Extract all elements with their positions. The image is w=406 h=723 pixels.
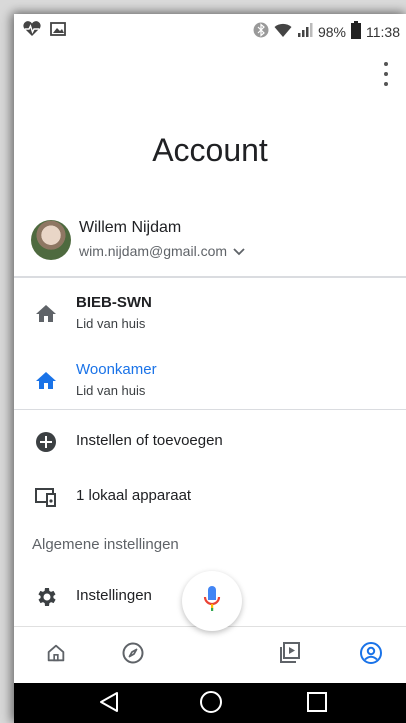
setup-or-add-item[interactable]: Instellen of toevoegen bbox=[14, 419, 406, 465]
devices-icon bbox=[34, 485, 58, 509]
more-vert-icon bbox=[384, 62, 388, 66]
mic-icon bbox=[202, 584, 222, 619]
nav-home-button[interactable] bbox=[40, 639, 72, 671]
account-email-row: wim.nijdam@gmail.com bbox=[79, 243, 245, 259]
nav-account-button[interactable] bbox=[355, 639, 387, 671]
signal-icon bbox=[297, 22, 313, 41]
home-name: Woonkamer bbox=[76, 361, 157, 378]
back-button[interactable] bbox=[94, 691, 124, 717]
home-icon bbox=[34, 302, 58, 326]
account-email: wim.nijdam@gmail.com bbox=[79, 243, 228, 259]
settings-label: Instellingen bbox=[76, 587, 152, 604]
home-outline-icon bbox=[45, 642, 67, 669]
image-icon bbox=[50, 22, 66, 39]
home-item-woonkamer[interactable]: Woonkamer Lid van huis bbox=[14, 351, 406, 411]
home-role: Lid van huis bbox=[76, 316, 146, 331]
home-role: Lid van huis bbox=[76, 383, 146, 398]
media-library-icon bbox=[278, 641, 302, 670]
nav-discover-button[interactable] bbox=[117, 639, 149, 671]
back-triangle-icon bbox=[98, 691, 120, 718]
home-system-button[interactable] bbox=[196, 690, 226, 719]
system-navigation-bar bbox=[14, 683, 406, 723]
home-icon bbox=[34, 369, 58, 393]
bottom-navigation bbox=[14, 626, 406, 684]
avatar bbox=[31, 220, 71, 260]
section-general-settings: Algemene instellingen bbox=[32, 536, 179, 553]
local-devices-item[interactable]: 1 lokaal apparaat bbox=[14, 474, 406, 520]
home-item-bieb-swn[interactable]: BIEB-SWN Lid van huis bbox=[14, 284, 406, 344]
setup-or-add-label: Instellen of toevoegen bbox=[76, 432, 223, 449]
battery-percentage: 98% bbox=[317, 23, 346, 40]
divider bbox=[14, 276, 406, 278]
assistant-mic-button[interactable] bbox=[182, 571, 242, 631]
compass-icon bbox=[121, 641, 145, 670]
recents-button[interactable] bbox=[302, 691, 332, 717]
more-options-button[interactable] bbox=[378, 62, 394, 86]
home-name: BIEB-SWN bbox=[76, 294, 152, 311]
account-circle-icon bbox=[359, 641, 383, 670]
nav-media-button[interactable] bbox=[274, 639, 306, 671]
recents-square-icon bbox=[306, 691, 328, 718]
wifi-icon bbox=[274, 22, 292, 41]
heart-pulse-icon bbox=[22, 21, 42, 40]
status-time: 11:38 bbox=[366, 23, 400, 40]
battery-icon bbox=[351, 21, 361, 42]
home-circle-icon bbox=[199, 690, 223, 719]
account-name: Willem Nijdam bbox=[79, 219, 182, 236]
chevron-down-icon bbox=[233, 243, 245, 259]
divider bbox=[14, 409, 406, 410]
status-bar: 98% 11:38 bbox=[14, 14, 406, 46]
bluetooth-icon bbox=[253, 22, 269, 41]
account-switcher[interactable]: Willem Nijdam wim.nijdam@gmail.com bbox=[14, 214, 406, 276]
gear-icon bbox=[34, 585, 58, 609]
page-title: Account bbox=[152, 132, 268, 168]
add-circle-icon bbox=[34, 430, 58, 454]
phone-screen: 98% 11:38 Account Willem Nijdam wim.nijd… bbox=[14, 14, 406, 723]
local-devices-label: 1 lokaal apparaat bbox=[76, 487, 192, 504]
